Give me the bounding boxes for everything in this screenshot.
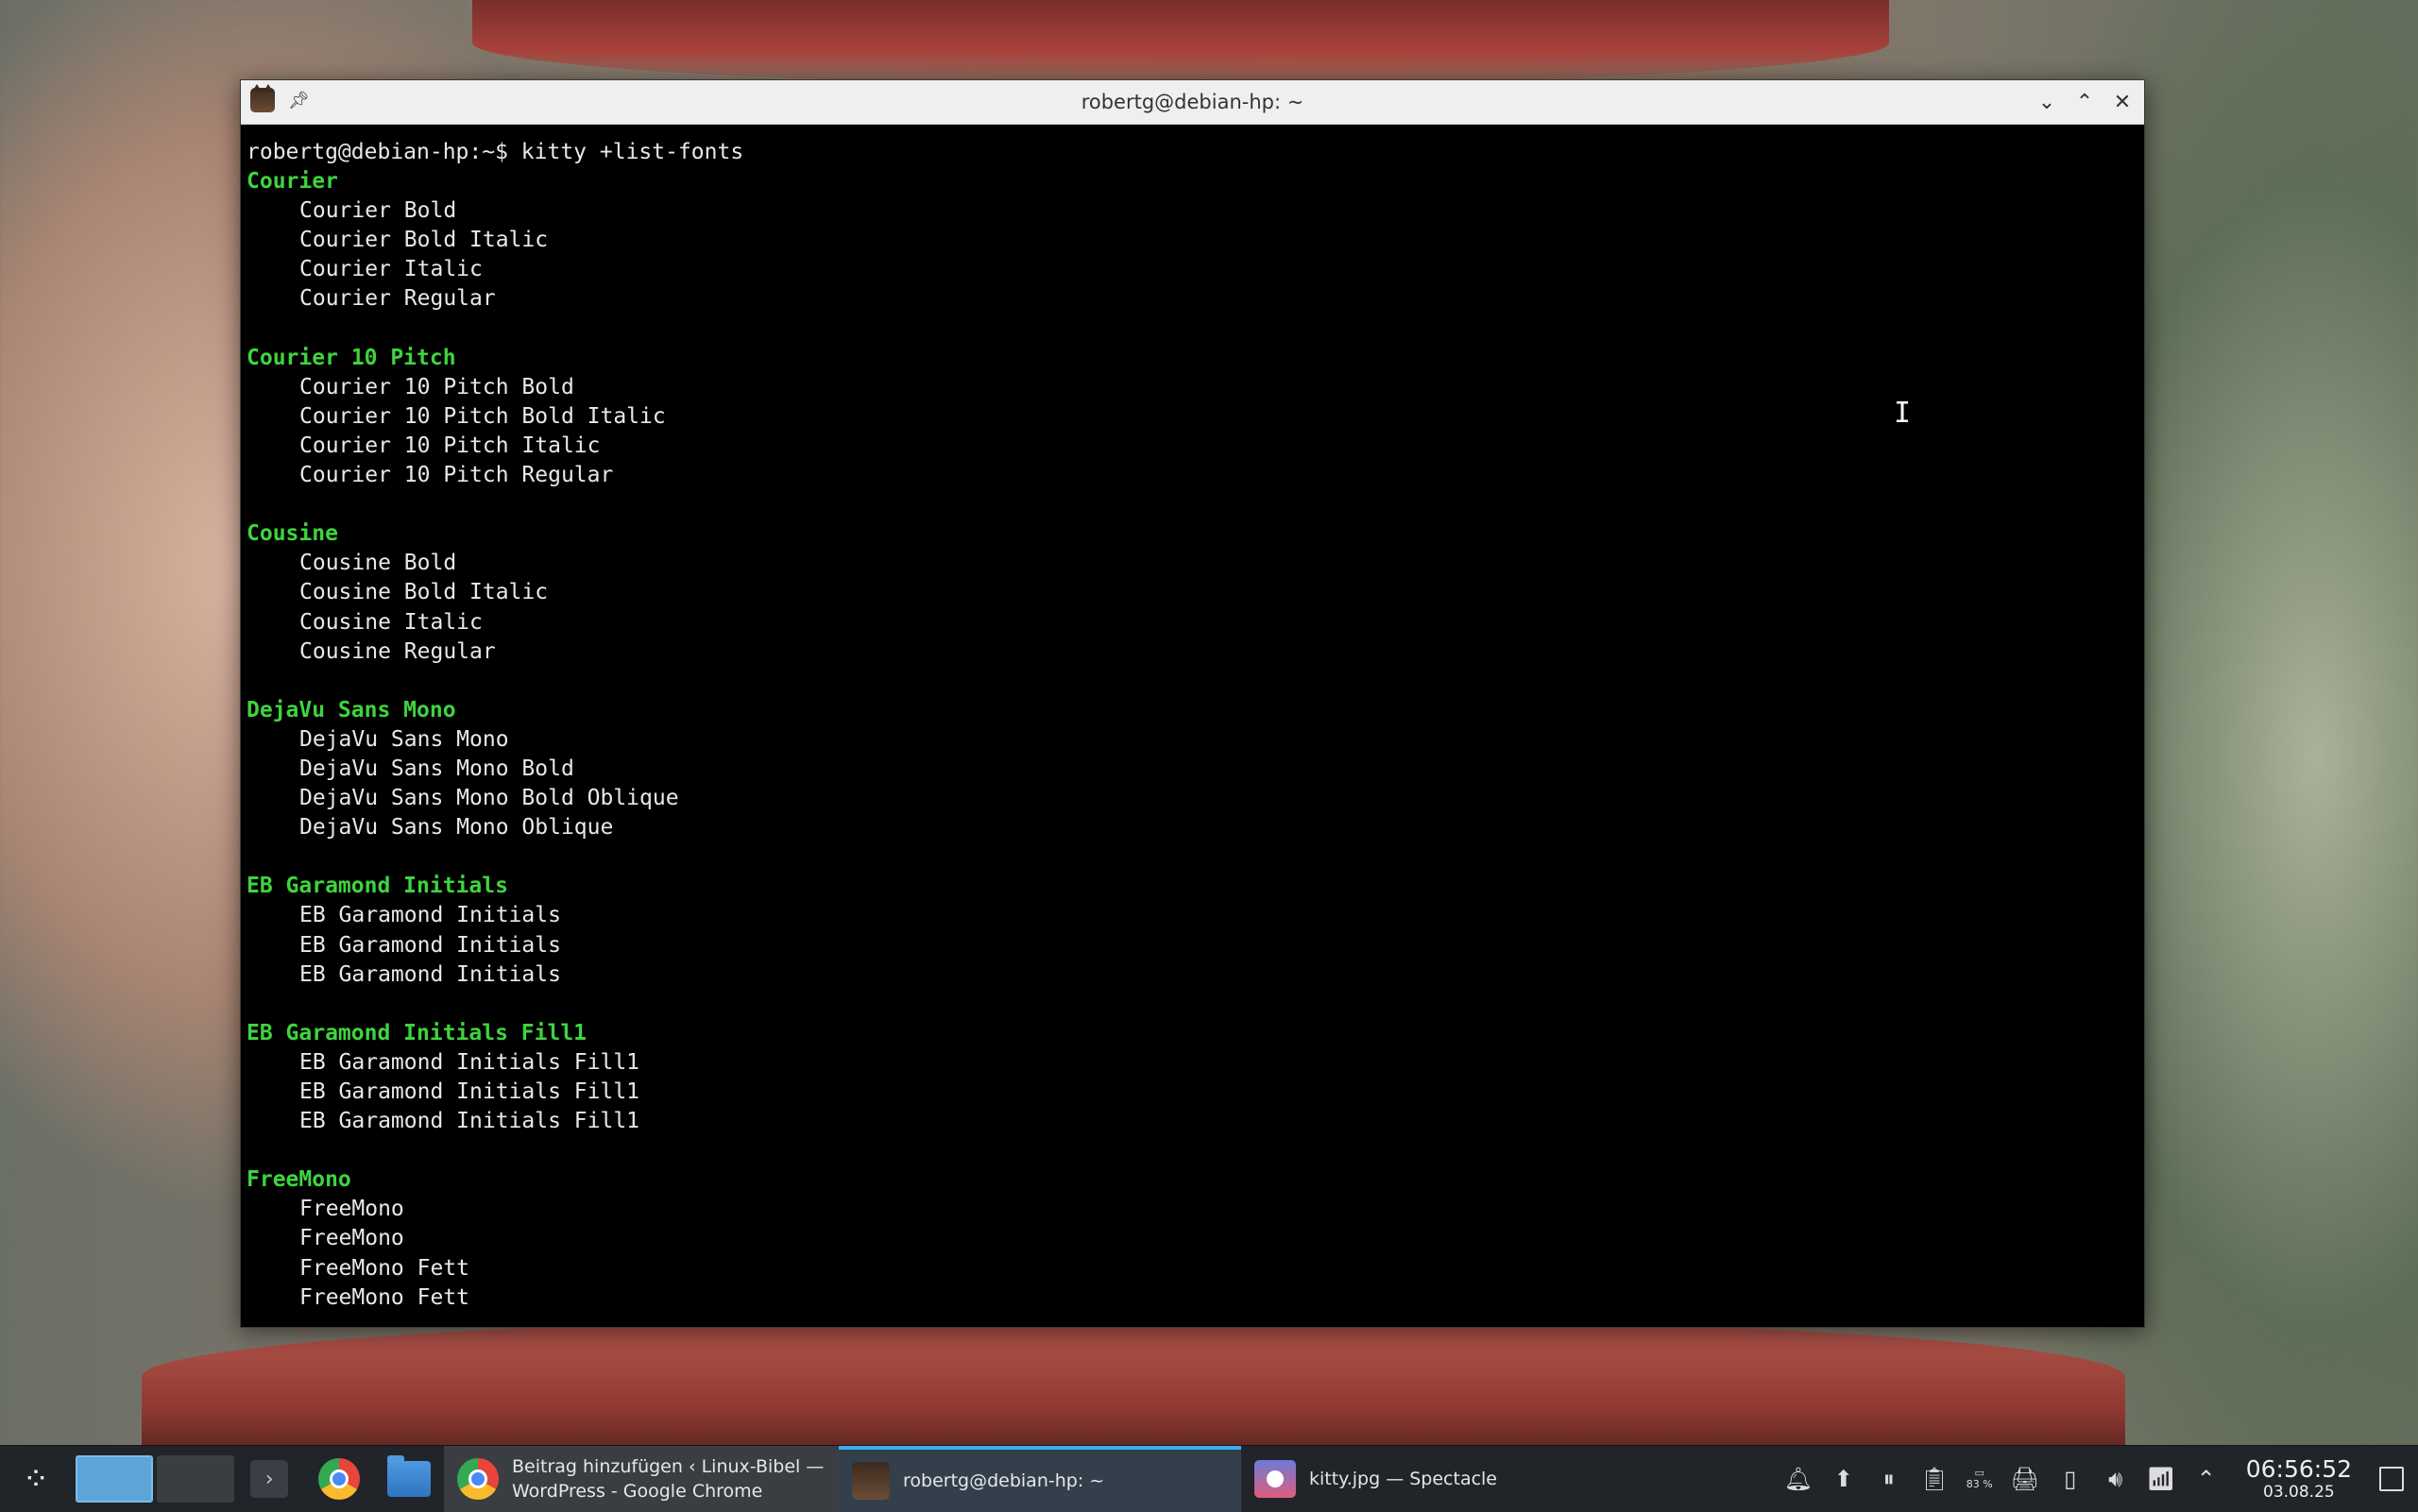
wallpaper-hair-top bbox=[472, 0, 1889, 85]
window-titlebar[interactable]: 📌︎ robertg@debian-hp: ~ ⌄ ⌃ ✕ bbox=[241, 80, 2144, 125]
task-label: Beitrag hinzufügen ‹ Linux-Bibel — WordP… bbox=[512, 1456, 825, 1502]
terminal-icon: › bbox=[250, 1460, 288, 1498]
font-style-line: DejaVu Sans Mono Bold Oblique bbox=[299, 786, 679, 811]
clock-date: 03.08.25 bbox=[2263, 1483, 2335, 1502]
pinned-chrome[interactable] bbox=[304, 1446, 374, 1512]
media-pause-icon[interactable]: ⏸ bbox=[1870, 1460, 1908, 1498]
wifi-icon[interactable]: 📶︎ bbox=[2142, 1460, 2180, 1498]
volume-icon[interactable]: 🔊︎ bbox=[2097, 1460, 2135, 1498]
terminal-output[interactable]: robertg@debian-hp:~$ kitty +list-fonts Co… bbox=[241, 125, 2144, 1313]
clock-time: 06:56:52 bbox=[2245, 1455, 2352, 1483]
updates-icon[interactable]: ⬆ bbox=[1825, 1460, 1863, 1498]
font-family-heading: Courier bbox=[247, 169, 338, 195]
font-style-line: Cousine Regular bbox=[299, 638, 496, 664]
window-title: robertg@debian-hp: ~ bbox=[1081, 91, 1304, 113]
font-style-line: Cousine Bold bbox=[299, 551, 457, 576]
font-style-line: EB Garamond Initials bbox=[299, 932, 561, 958]
font-family-heading: EB Garamond Initials Fill1 bbox=[247, 1020, 587, 1045]
task-kitty[interactable]: robertg@debian-hp: ~ bbox=[839, 1446, 1241, 1512]
spectacle-icon bbox=[1254, 1460, 1296, 1498]
font-family-heading: Cousine bbox=[247, 521, 338, 547]
chrome-icon bbox=[457, 1458, 499, 1500]
close-button[interactable]: ✕ bbox=[2108, 88, 2137, 116]
font-style-line: FreeMono bbox=[299, 1197, 404, 1222]
chrome-icon bbox=[318, 1458, 360, 1500]
kitty-app-icon[interactable] bbox=[250, 84, 275, 112]
font-style-line: EB Garamond Initials Fill1 bbox=[299, 1109, 640, 1134]
kitty-icon bbox=[852, 1462, 890, 1500]
tray-expand-icon[interactable]: ⌃ bbox=[2188, 1460, 2225, 1498]
taskbar: ⁘ › Beitrag hinzufügen ‹ Linux-Bibel — W… bbox=[0, 1445, 2418, 1512]
show-desktop-button[interactable] bbox=[2373, 1460, 2410, 1498]
task-spectacle[interactable]: kitty.jpg — Spectacle bbox=[1241, 1446, 1657, 1512]
wallpaper-hair-bottom bbox=[142, 1317, 2125, 1450]
terminal-window[interactable]: 📌︎ robertg@debian-hp: ~ ⌄ ⌃ ✕ robertg@de… bbox=[240, 79, 2145, 1328]
show-desktop-icon bbox=[2379, 1467, 2404, 1491]
font-style-line: DejaVu Sans Mono bbox=[299, 726, 509, 752]
task-label: kitty.jpg — Spectacle bbox=[1309, 1469, 1497, 1489]
shell-prompt-line: robertg@debian-hp:~$ kitty +list-fonts bbox=[247, 140, 744, 164]
font-family-heading: Courier 10 Pitch bbox=[247, 345, 456, 370]
font-style-line: Courier Bold Italic bbox=[299, 228, 549, 253]
font-style-line: EB Garamond Initials Fill1 bbox=[299, 1049, 640, 1075]
mouse-ibeam-cursor: I bbox=[1894, 397, 1912, 430]
device-icon[interactable]: ▯ bbox=[2052, 1460, 2089, 1498]
folder-icon bbox=[387, 1455, 431, 1497]
printer-icon[interactable]: 🖨︎ bbox=[2006, 1460, 2044, 1498]
clipboard-icon[interactable]: 📋︎ bbox=[1916, 1460, 1953, 1498]
font-style-line: EB Garamond Initials bbox=[299, 961, 561, 987]
font-family-heading: DejaVu Sans Mono bbox=[247, 697, 456, 722]
font-style-line: Courier Italic bbox=[299, 257, 483, 282]
font-family-heading: EB Garamond Initials bbox=[247, 874, 508, 899]
font-style-line: FreeMono Fett bbox=[299, 1284, 470, 1310]
font-style-line: Cousine Italic bbox=[299, 609, 483, 635]
font-style-line: EB Garamond Initials Fill1 bbox=[299, 1079, 640, 1104]
system-tray: 🔔︎ ⬆ ⏸ 📋︎ ▭ 83 % 🖨︎ ▯ 🔊︎ 📶︎ ⌃ 06:56:52 0… bbox=[1779, 1446, 2418, 1512]
font-style-line: Courier 10 Pitch Bold Italic bbox=[299, 403, 666, 429]
digital-clock[interactable]: 06:56:52 03.08.25 bbox=[2233, 1455, 2365, 1503]
font-style-line: Cousine Bold Italic bbox=[299, 580, 549, 605]
desktop-1[interactable] bbox=[76, 1455, 153, 1503]
font-style-line: DejaVu Sans Mono Bold bbox=[299, 756, 574, 781]
font-style-line: Courier Regular bbox=[299, 286, 496, 312]
virtual-desktop-pager bbox=[76, 1455, 234, 1503]
font-style-line: Courier 10 Pitch Italic bbox=[299, 433, 601, 458]
font-style-line: FreeMono bbox=[299, 1226, 404, 1251]
task-chrome[interactable]: Beitrag hinzufügen ‹ Linux-Bibel — WordP… bbox=[444, 1446, 839, 1512]
battery-indicator[interactable]: ▭ 83 % bbox=[1961, 1460, 1999, 1498]
desktop-2[interactable] bbox=[157, 1455, 234, 1503]
application-launcher[interactable]: ⁘ bbox=[0, 1446, 72, 1512]
pin-icon[interactable]: 📌︎ bbox=[288, 91, 310, 110]
font-style-line: FreeMono Fett bbox=[299, 1255, 470, 1281]
font-style-line: DejaVu Sans Mono Oblique bbox=[299, 815, 614, 841]
font-family-heading: FreeMono bbox=[247, 1167, 351, 1193]
notifications-icon[interactable]: 🔔︎ bbox=[1779, 1460, 1817, 1498]
pinned-file-manager[interactable] bbox=[374, 1446, 444, 1512]
launcher-icon: ⁘ bbox=[22, 1460, 50, 1498]
pinned-konsole[interactable]: › bbox=[234, 1446, 304, 1512]
font-style-line: Courier Bold bbox=[299, 198, 457, 224]
battery-percent: 83 % bbox=[1966, 1478, 1993, 1490]
font-style-line: Courier 10 Pitch Regular bbox=[299, 463, 614, 488]
task-label: robertg@debian-hp: ~ bbox=[903, 1470, 1105, 1491]
font-style-line: EB Garamond Initials bbox=[299, 903, 561, 928]
minimize-button[interactable]: ⌄ bbox=[2033, 88, 2061, 116]
font-style-line: Courier 10 Pitch Bold bbox=[299, 374, 574, 399]
maximize-button[interactable]: ⌃ bbox=[2070, 88, 2099, 116]
